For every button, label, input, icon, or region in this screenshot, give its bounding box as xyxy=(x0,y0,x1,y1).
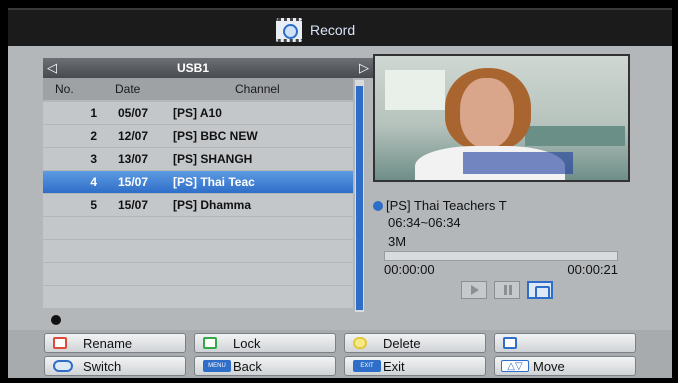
recording-details: [PS] Thai Teachers T 06:34~06:34 3M xyxy=(373,196,633,253)
info-circle-icon xyxy=(373,200,383,211)
playback-controls xyxy=(461,281,553,299)
switch-button[interactable]: Switch xyxy=(44,356,186,376)
main-panel: ◁ USB1 ▷ No. Date Channel 1 05/07 [PS] A… xyxy=(8,46,672,330)
row-channel: [PS] Dhamma xyxy=(173,198,252,212)
scrollbar-thumb[interactable] xyxy=(356,86,363,310)
column-no: No. xyxy=(55,82,74,96)
list-row-empty xyxy=(43,217,353,239)
yellow-key-icon xyxy=(353,337,367,349)
blue-key-icon xyxy=(503,337,517,349)
row-no: 2 xyxy=(90,129,97,143)
rename-button[interactable]: Rename xyxy=(44,333,186,353)
list-footer xyxy=(43,312,353,325)
row-no: 4 xyxy=(90,175,97,189)
page-title: Record xyxy=(310,22,356,38)
video-preview xyxy=(373,54,630,182)
delete-button[interactable]: Delete xyxy=(344,333,486,353)
row-no: 1 xyxy=(90,106,97,120)
row-date: 13/07 xyxy=(118,152,149,166)
row-channel: [PS] A10 xyxy=(173,106,222,120)
list-row-selected[interactable]: 4 15/07 [PS] Thai Teac xyxy=(43,171,353,193)
pause-icon[interactable] xyxy=(494,281,520,299)
lock-button[interactable]: Lock xyxy=(194,333,336,353)
list-row[interactable]: 2 12/07 [PS] BBC NEW xyxy=(43,125,353,147)
column-channel: Channel xyxy=(235,82,280,96)
row-channel: [PS] SHANGH xyxy=(173,152,253,166)
detail-channel-line: [PS] Thai Teachers T xyxy=(373,196,633,215)
preview-person-face xyxy=(460,78,514,148)
list-rows: 1 05/07 [PS] A10 2 12/07 [PS] BBC NEW 3 … xyxy=(43,102,353,309)
row-date: 15/07 xyxy=(118,175,149,189)
move-button[interactable]: △▽ Move xyxy=(494,356,636,376)
row-no: 3 xyxy=(90,152,97,166)
column-date: Date xyxy=(115,82,141,96)
recording-list: ◁ USB1 ▷ No. Date Channel 1 05/07 [PS] A… xyxy=(43,58,373,325)
function-button-bar: Rename Lock Delete Switch MENU Back EXIT… xyxy=(8,330,672,378)
up-down-arrows-icon: △▽ xyxy=(501,360,529,372)
header-title-group: Record xyxy=(276,18,355,42)
list-column-headers: No. Date Channel xyxy=(43,78,353,100)
menu-key-icon: MENU xyxy=(203,360,231,372)
list-header: ◁ USB1 ▷ xyxy=(43,58,373,78)
row-channel: [PS] BBC NEW xyxy=(173,129,258,143)
header-bar: Record xyxy=(8,8,672,46)
detail-channel: [PS] Thai Teachers T xyxy=(386,198,507,213)
list-row-empty xyxy=(43,263,353,285)
row-no: 5 xyxy=(90,198,97,212)
record-screen: Record ◁ USB1 ▷ No. Date Channel 1 05/07… xyxy=(0,0,678,383)
list-row-empty xyxy=(43,240,353,262)
row-channel: [PS] Thai Teac xyxy=(173,175,255,189)
detail-time-range: 06:34~06:34 xyxy=(388,215,461,230)
scrollbar[interactable] xyxy=(355,80,364,312)
play-icon[interactable] xyxy=(461,281,487,299)
green-key-icon xyxy=(203,337,217,349)
list-row[interactable]: 1 05/07 [PS] A10 xyxy=(43,102,353,124)
row-date: 12/07 xyxy=(118,129,149,143)
next-source-icon[interactable]: ▷ xyxy=(359,60,369,76)
preview-caption xyxy=(463,152,573,174)
record-icon xyxy=(276,18,302,42)
total-time: 00:00:21 xyxy=(567,262,618,277)
preview-window-shape xyxy=(385,70,445,110)
current-time: 00:00:00 xyxy=(384,262,435,277)
exit-button[interactable]: EXIT Exit xyxy=(344,356,486,376)
back-button[interactable]: MENU Back xyxy=(194,356,336,376)
list-row[interactable]: 3 13/07 [PS] SHANGH xyxy=(43,148,353,170)
stop-icon[interactable] xyxy=(527,281,553,299)
row-date: 05/07 xyxy=(118,106,149,120)
list-row[interactable]: 5 15/07 [PS] Dhamma xyxy=(43,194,353,216)
row-date: 15/07 xyxy=(118,198,149,212)
exit-key-icon: EXIT xyxy=(353,360,381,372)
info-icon xyxy=(51,315,61,325)
source-label: USB1 xyxy=(176,61,209,75)
preview-desk-shape xyxy=(525,126,625,146)
list-row-empty xyxy=(43,286,353,308)
red-key-icon xyxy=(53,337,67,349)
switch-icon xyxy=(53,360,73,372)
playback-progress-bar[interactable] xyxy=(384,251,618,261)
blue-button[interactable] xyxy=(494,333,636,353)
